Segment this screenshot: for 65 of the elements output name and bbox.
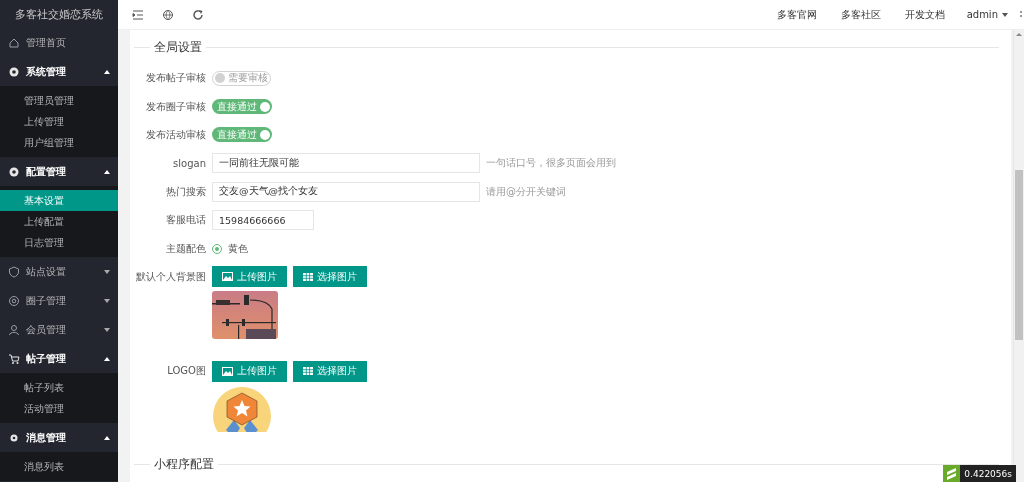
select-button[interactable]: 选择图片 [293, 266, 367, 288]
upload-button[interactable]: 上传图片 [212, 360, 287, 382]
field-label: 发布帖子审核 [145, 71, 206, 86]
caret-icon [104, 298, 110, 303]
section-title: 全局设置 [153, 38, 203, 56]
gear-icon [8, 165, 20, 178]
user-icon [8, 323, 20, 336]
caret-icon [104, 435, 110, 440]
image-icon [222, 366, 233, 376]
sidebar-item[interactable]: 帖子管理 [0, 344, 118, 373]
radio-label: 黄色 [228, 241, 248, 256]
sidebar-subitem[interactable]: 管理员管理 [0, 90, 118, 111]
nav-link[interactable]: 多客官网 [764, 7, 829, 22]
sidebar-subitem[interactable]: 帖子列表 [0, 377, 118, 398]
sidebar-subitem[interactable]: 日志管理 [0, 232, 118, 253]
caret-icon [104, 269, 110, 274]
sidebar-subitem[interactable]: 活动管理 [0, 398, 118, 419]
sidebar-item[interactable]: 圈子管理 [0, 286, 118, 315]
field-label: 发布活动审核 [145, 127, 206, 142]
grid-icon [303, 272, 313, 281]
grid-icon [303, 367, 313, 376]
nav-link[interactable]: 多客社区 [828, 7, 893, 22]
sidebar-item[interactable]: 消息管理 [0, 423, 118, 452]
select-button[interactable]: 选择图片 [293, 360, 367, 382]
field-label: slogan [172, 157, 206, 169]
input-field[interactable]: 15984666666 [212, 210, 314, 231]
shield-icon [8, 265, 20, 278]
caret-icon [104, 356, 110, 361]
image-icon [222, 272, 233, 282]
caret-icon [104, 327, 110, 332]
refresh-icon[interactable] [192, 8, 204, 21]
field-label: 客服电话 [165, 213, 206, 228]
home-icon [8, 36, 20, 49]
section-title: 小程序配置 [153, 456, 215, 473]
menu-icon[interactable] [132, 8, 144, 21]
sidebar-subitem[interactable]: 基本设置 [0, 190, 118, 211]
input-field[interactable]: 一同前往无限可能 [212, 153, 480, 174]
sidebar-item[interactable]: 会员管理 [0, 315, 118, 344]
trace-button[interactable] [943, 465, 961, 482]
app-title: 多客社交婚恋系统 [14, 6, 104, 23]
sidebar-subitem[interactable]: 用户组管理 [0, 132, 118, 153]
sidebar-item[interactable]: 管理首页 [0, 28, 118, 57]
cart-icon [8, 352, 20, 365]
logo-icon [946, 467, 958, 480]
field-label: LOGO图 [166, 364, 206, 379]
field-label: 热门搜索 [165, 184, 206, 199]
nav-link[interactable]: 开发文档 [892, 7, 957, 22]
globe-icon[interactable] [162, 8, 174, 21]
sidebar-item[interactable]: 配置管理 [0, 157, 118, 186]
gear-icon [8, 65, 20, 78]
field-hint: 一句话口号，很多页面会用到 [486, 156, 616, 171]
field-hint: 请用@分开关键词 [486, 184, 566, 199]
load-time: 0.422056s [960, 465, 1016, 482]
field-label: 发布圈子审核 [145, 99, 206, 114]
sidebar-subitem[interactable]: 上传配置 [0, 211, 118, 232]
sidebar-item[interactable]: 站点设置 [0, 257, 118, 286]
caret-icon [104, 169, 110, 174]
user-menu[interactable]: admin [956, 9, 1018, 20]
sidebar-item[interactable]: 系统管理 [0, 57, 118, 86]
sidebar-subitem[interactable]: 上传管理 [0, 111, 118, 132]
upload-button[interactable]: 上传图片 [212, 266, 287, 288]
input-field[interactable]: 交友@天气@找个女友 [212, 181, 480, 202]
field-label: 默认个人背景图 [135, 269, 206, 284]
field-label: 主题配色 [165, 241, 206, 256]
caret-icon [104, 69, 110, 74]
